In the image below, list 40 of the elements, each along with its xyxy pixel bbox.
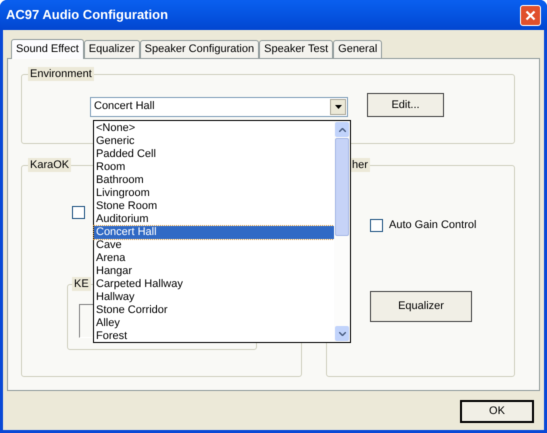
dropdown-option[interactable]: Carpeted Hallway [94, 278, 334, 291]
group-label: her [350, 158, 370, 172]
group-label: Environment [28, 67, 94, 81]
dropdown-option[interactable]: Auditorium [94, 213, 334, 226]
scrollbar[interactable] [334, 121, 350, 342]
scroll-thumb[interactable] [335, 138, 349, 236]
dropdown-option[interactable]: Concert Hall [94, 226, 334, 239]
group-label: KaraOK [28, 158, 72, 172]
dropdown-option[interactable]: Forest [94, 330, 334, 343]
dropdown-option[interactable]: Alley [94, 317, 334, 330]
dropdown-option[interactable]: Padded Cell [94, 148, 334, 161]
dropdown-option[interactable]: Livingroom [94, 187, 334, 200]
checkbox-label: Auto Gain Control [389, 218, 476, 233]
dropdown-option[interactable]: Arena [94, 252, 334, 265]
checkbox[interactable] [72, 206, 85, 219]
environment-dropdown[interactable]: Concert Hall [90, 96, 348, 116]
checkbox[interactable] [370, 218, 383, 232]
tab[interactable]: General [333, 40, 382, 58]
window-title: AC97 Audio Configuration [6, 6, 168, 24]
dropdown-option[interactable]: Generic [94, 135, 334, 148]
close-button[interactable] [520, 4, 541, 26]
dropdown-option[interactable]: <None> [94, 122, 334, 135]
dropdown-option[interactable]: Cave [94, 239, 334, 252]
group-label: KE [72, 276, 91, 290]
tab[interactable]: Sound Effect [11, 39, 84, 59]
ok-button[interactable]: OK [460, 400, 534, 423]
dropdown-option[interactable]: Bathroom [94, 174, 334, 187]
tab[interactable]: Speaker Test [259, 40, 334, 58]
tab[interactable]: Speaker Configuration [140, 40, 260, 58]
edit-button[interactable]: Edit... [367, 93, 444, 117]
dropdown-option[interactable]: Stone Room [94, 200, 334, 213]
dropdown-option[interactable]: Stone Corridor [94, 304, 334, 317]
equalizer-button[interactable]: Equalizer [370, 290, 472, 322]
dropdown-option[interactable]: Room [94, 161, 334, 174]
dropdown-option[interactable]: Hangar [94, 265, 334, 278]
dropdown-option[interactable]: Hallway [94, 291, 334, 304]
close-icon [525, 10, 536, 20]
tab[interactable]: Equalizer [84, 40, 140, 58]
scroll-down-icon[interactable] [335, 326, 349, 341]
scroll-up-icon[interactable] [335, 122, 349, 137]
